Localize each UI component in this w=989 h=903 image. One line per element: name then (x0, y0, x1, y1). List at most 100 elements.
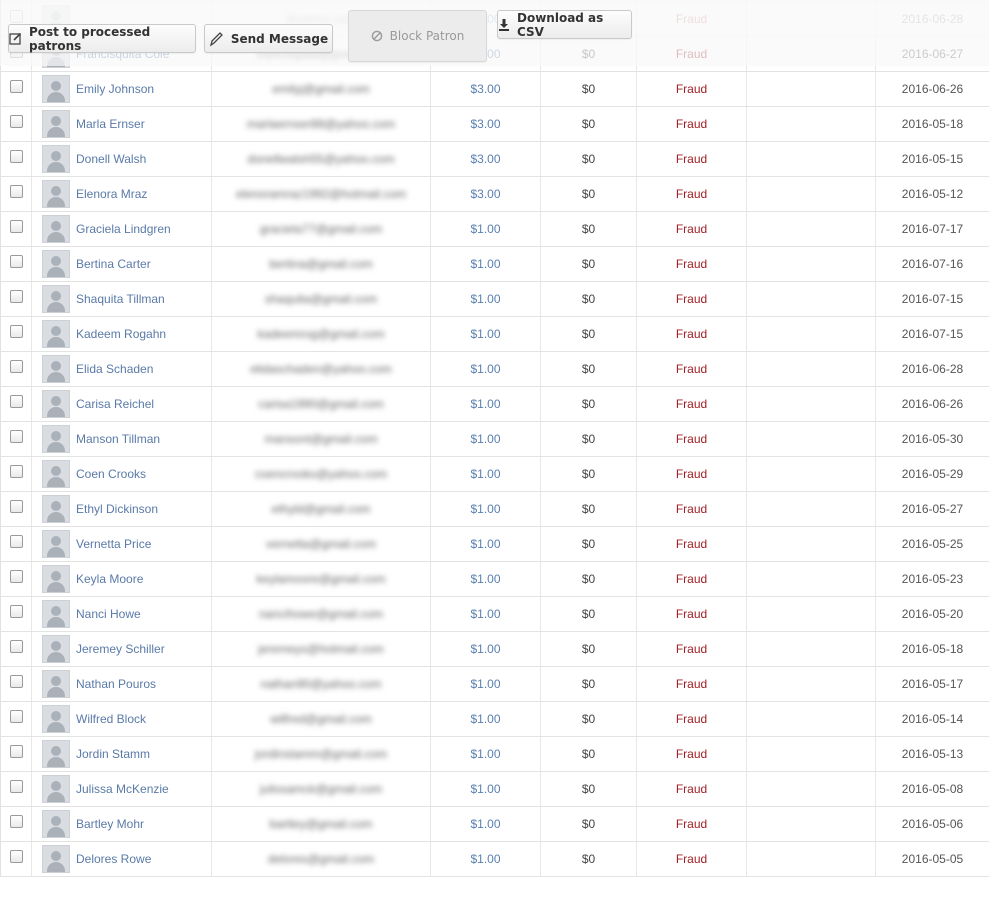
table-row[interactable]: Carisa Reichel carisa1990@gmail.com $1.0… (1, 387, 989, 422)
table-row[interactable]: Coen Crooks coencrooks@yahoo.com $1.00 $… (1, 457, 989, 492)
patron-name-link[interactable]: Shaquita Tillman (76, 292, 165, 306)
patron-name-link[interactable]: Carisa Reichel (76, 397, 154, 411)
row-checkbox[interactable] (9, 254, 23, 268)
status-badge: Fraud (637, 72, 747, 106)
avatar (42, 810, 70, 838)
patron-name-link[interactable]: Coen Crooks (76, 467, 146, 481)
row-checkbox[interactable] (9, 709, 23, 723)
note-cell (747, 212, 876, 246)
table-row[interactable]: Nanci Howe nancihowe@gmail.com $1.00 $0 … (1, 597, 989, 632)
table-row[interactable]: Keyla Moore keylamoore@gmail.com $1.00 $… (1, 562, 989, 597)
table-row[interactable]: Graciela Lindgren graciela77@gmail.com $… (1, 212, 989, 247)
download-csv-button[interactable]: Download as CSV (497, 10, 632, 39)
row-checkbox[interactable] (9, 429, 23, 443)
row-checkbox[interactable] (9, 359, 23, 373)
post-to-processed-button[interactable]: Post to processed patrons (8, 24, 196, 53)
patron-email: emilyj@gmail.com (272, 82, 370, 96)
row-checkbox[interactable] (9, 639, 23, 653)
pledge-amount: $3.00 (431, 177, 541, 211)
patron-email: vernetta@gmail.com (265, 537, 377, 551)
table-row[interactable]: Ethyl Dickinson ethyld@gmail.com $1.00 $… (1, 492, 989, 527)
patron-name-link[interactable]: Vernetta Price (76, 537, 151, 551)
row-checkbox[interactable] (9, 464, 23, 478)
note-cell (747, 177, 876, 211)
table-row[interactable]: Kadeem Rogahn kadeemrog@gmail.com $1.00 … (1, 317, 989, 352)
patron-name-link[interactable]: Bertina Carter (76, 257, 151, 271)
row-checkbox[interactable] (9, 569, 23, 583)
patron-cell: Bertina Carter (32, 247, 212, 281)
row-checkbox-cell (1, 667, 32, 701)
row-checkbox[interactable] (9, 324, 23, 338)
paid-amount: $0 (541, 842, 637, 876)
patron-name-link[interactable]: Marla Ernser (76, 117, 145, 131)
patron-name-link[interactable]: Jordin Stamm (76, 747, 150, 761)
block-patron-label: Block Patron (389, 29, 465, 43)
email-cell: vernetta@gmail.com (212, 527, 431, 561)
table-row[interactable]: Marla Ernser marlaernser88@yahoo.com $3.… (1, 107, 989, 142)
row-checkbox[interactable] (9, 534, 23, 548)
patron-name-link[interactable]: Elida Schaden (76, 362, 153, 376)
row-checkbox[interactable] (9, 114, 23, 128)
table-row[interactable]: Nathan Pouros nathan90@yahoo.com $1.00 $… (1, 667, 989, 702)
table-row[interactable]: Delores Rowe delores@gmail.com $1.00 $0 … (1, 842, 989, 877)
row-checkbox[interactable] (9, 499, 23, 513)
patron-name-link[interactable]: Manson Tillman (76, 432, 160, 446)
patron-name-link[interactable]: Elenora Mraz (76, 187, 147, 201)
patron-name-link[interactable]: Keyla Moore (76, 572, 143, 586)
table-row[interactable]: Bertina Carter bertina@gmail.com $1.00 $… (1, 247, 989, 282)
table-row[interactable]: Jeremey Schiller jeremeys@hotmail.com $1… (1, 632, 989, 667)
table-row[interactable]: Elenora Mraz elenoramraz1992@hotmail.com… (1, 177, 989, 212)
table-row[interactable]: Manson Tillman mansont@gmail.com $1.00 $… (1, 422, 989, 457)
patron-name-link[interactable]: Nanci Howe (76, 607, 141, 621)
row-checkbox[interactable] (9, 184, 23, 198)
status-badge: Fraud (637, 597, 747, 631)
email-cell: emilyj@gmail.com (212, 72, 431, 106)
patron-cell: Elenora Mraz (32, 177, 212, 211)
patron-name-link[interactable]: Kadeem Rogahn (76, 327, 166, 341)
table-row[interactable]: Emily Johnson emilyj@gmail.com $3.00 $0 … (1, 72, 989, 107)
note-cell (747, 247, 876, 281)
note-cell (747, 527, 876, 561)
table-row[interactable]: Bartley Mohr bartley@gmail.com $1.00 $0 … (1, 807, 989, 842)
patron-name-link[interactable]: Julissa McKenzie (76, 782, 169, 796)
patron-name-link[interactable]: Graciela Lindgren (76, 222, 171, 236)
patron-cell: Manson Tillman (32, 422, 212, 456)
row-checkbox-cell (1, 632, 32, 666)
email-cell: bartley@gmail.com (212, 807, 431, 841)
date-cell: 2016-06-28 (901, 362, 964, 376)
row-checkbox-cell (1, 177, 32, 211)
patron-name-link[interactable]: Jeremey Schiller (76, 642, 165, 656)
row-checkbox[interactable] (9, 394, 23, 408)
row-checkbox[interactable] (9, 744, 23, 758)
row-checkbox[interactable] (9, 814, 23, 828)
row-checkbox[interactable] (9, 849, 23, 863)
row-checkbox[interactable] (9, 289, 23, 303)
row-checkbox[interactable] (9, 779, 23, 793)
table-row[interactable]: Shaquita Tillman shaquita@gmail.com $1.0… (1, 282, 989, 317)
patron-name-link[interactable]: Donell Walsh (76, 152, 146, 166)
row-checkbox[interactable] (9, 149, 23, 163)
patron-name-link[interactable]: Ethyl Dickinson (76, 502, 158, 516)
patron-name-link[interactable]: Delores Rowe (76, 852, 151, 866)
avatar (42, 180, 70, 208)
send-message-button[interactable]: Send Message (204, 24, 333, 53)
row-checkbox[interactable] (9, 219, 23, 233)
avatar (42, 600, 70, 628)
table-row[interactable]: Donell Walsh donellwalsh55@yahoo.com $3.… (1, 142, 989, 177)
paid-amount: $0 (541, 492, 637, 526)
patron-cell: Keyla Moore (32, 562, 212, 596)
patron-name-link[interactable]: Wilfred Block (76, 712, 146, 726)
patron-name-link[interactable]: Nathan Pouros (76, 677, 156, 691)
table-row[interactable]: Elida Schaden elidaschaden@yahoo.com $1.… (1, 352, 989, 387)
patron-name-link[interactable]: Emily Johnson (76, 82, 154, 96)
row-checkbox[interactable] (9, 674, 23, 688)
date-cell: 2016-05-06 (901, 817, 964, 831)
block-patron-button[interactable]: Block Patron (348, 10, 487, 62)
table-row[interactable]: Jordin Stamm jordinstamm@gmail.com $1.00… (1, 737, 989, 772)
row-checkbox[interactable] (9, 79, 23, 93)
table-row[interactable]: Vernetta Price vernetta@gmail.com $1.00 … (1, 527, 989, 562)
table-row[interactable]: Julissa McKenzie julissamck@gmail.com $1… (1, 772, 989, 807)
table-row[interactable]: Wilfred Block wilfred@gmail.com $1.00 $0… (1, 702, 989, 737)
row-checkbox[interactable] (9, 604, 23, 618)
patron-name-link[interactable]: Bartley Mohr (76, 817, 144, 831)
